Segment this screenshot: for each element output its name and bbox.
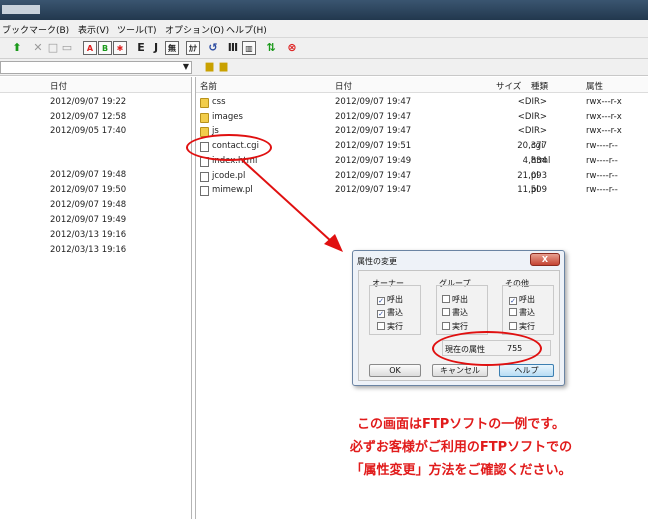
owner-write-checkbox[interactable]: ✓ 書込 [377,307,403,318]
instruction-note-line: 必ずお客様がご利用のFTPソフトでの [349,440,573,455]
owner-exec-checkbox[interactable]: 実行 [377,321,403,332]
dialog-title: 属性の変更 [357,257,397,266]
other-read-checkbox[interactable]: ✓ 呼出 [509,294,535,305]
close-icon[interactable]: X [530,253,560,266]
group-exec-checkbox[interactable]: 実行 [442,321,468,332]
instruction-note-line: 「属性変更」方法をご確認ください。 [350,463,572,478]
checkbox-checked-icon: ✓ [377,297,385,305]
checkbox-icon [442,308,450,316]
other-write-checkbox[interactable]: 書込 [509,307,535,318]
checkbox-icon [442,322,450,330]
checkbox-icon [377,322,385,330]
help-button[interactable]: ヘルプ [499,364,554,377]
instruction-note-line: この画面はFTPソフトの一例です。 [357,417,565,432]
checkbox-checked-icon: ✓ [509,297,517,305]
checkbox-icon [509,322,517,330]
owner-read-checkbox[interactable]: ✓ 呼出 [377,294,403,305]
group-read-checkbox[interactable]: 呼出 [442,294,468,305]
ok-button[interactable]: OK [369,364,421,377]
highlight-ellipse-attribute [432,331,542,366]
checkbox-icon [442,295,450,303]
checkbox-checked-icon: ✓ [377,310,385,318]
dialog-body: オーナー ✓ 呼出 ✓ 書込 実行 グループ 呼出 書込 実行 その他 ✓ 呼出 書込… [358,270,560,381]
checkbox-icon [509,308,517,316]
cancel-button[interactable]: キャンセル [432,364,488,377]
other-exec-checkbox[interactable]: 実行 [509,321,535,332]
group-write-checkbox[interactable]: 書込 [442,307,468,318]
attribute-dialog: 属性の変更 X オーナー ✓ 呼出 ✓ 書込 実行 グループ 呼出 書込 実行 その… [352,250,565,386]
